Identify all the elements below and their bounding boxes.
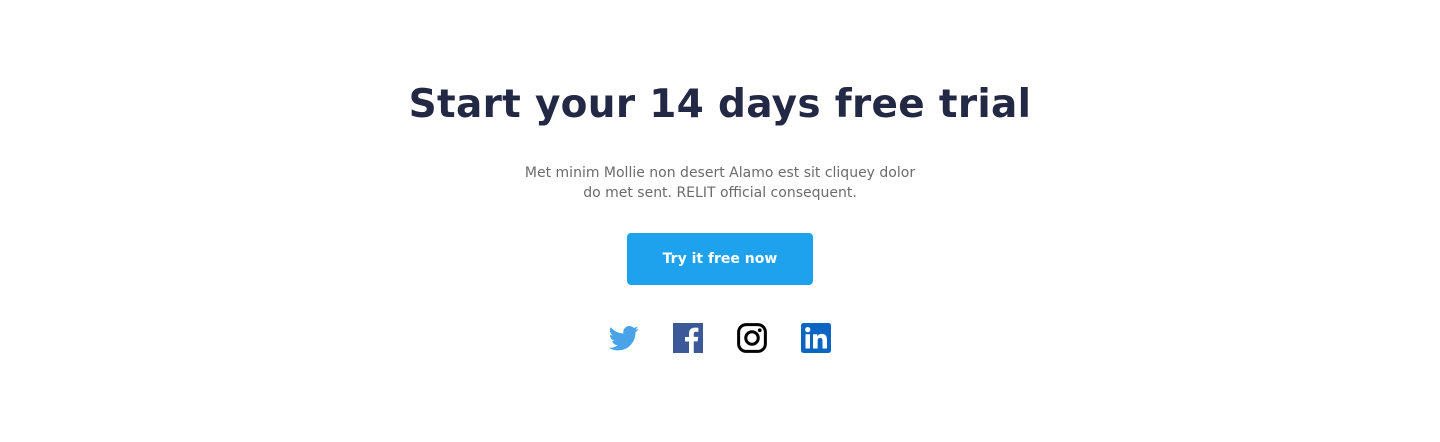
page-title: Start your 14 days free trial xyxy=(408,82,1032,127)
description-line-1: Met minim Mollie non desert Alamo est si… xyxy=(524,165,916,181)
twitter-icon xyxy=(609,326,639,351)
trial-cta-section: Start your 14 days free trial Met minim … xyxy=(0,0,1440,442)
linkedin-link[interactable] xyxy=(801,323,831,353)
try-free-button[interactable]: Try it free now xyxy=(627,233,813,285)
facebook-link[interactable] xyxy=(673,323,703,353)
twitter-link[interactable] xyxy=(609,323,639,353)
description-line-2: do met sent. RELIT official consequent. xyxy=(583,185,857,201)
facebook-icon xyxy=(673,323,703,353)
linkedin-icon xyxy=(801,323,831,353)
description-text: Met minim Mollie non desert Alamo est si… xyxy=(500,163,940,203)
social-links xyxy=(609,323,831,353)
instagram-icon xyxy=(737,323,767,353)
instagram-link[interactable] xyxy=(737,323,767,353)
